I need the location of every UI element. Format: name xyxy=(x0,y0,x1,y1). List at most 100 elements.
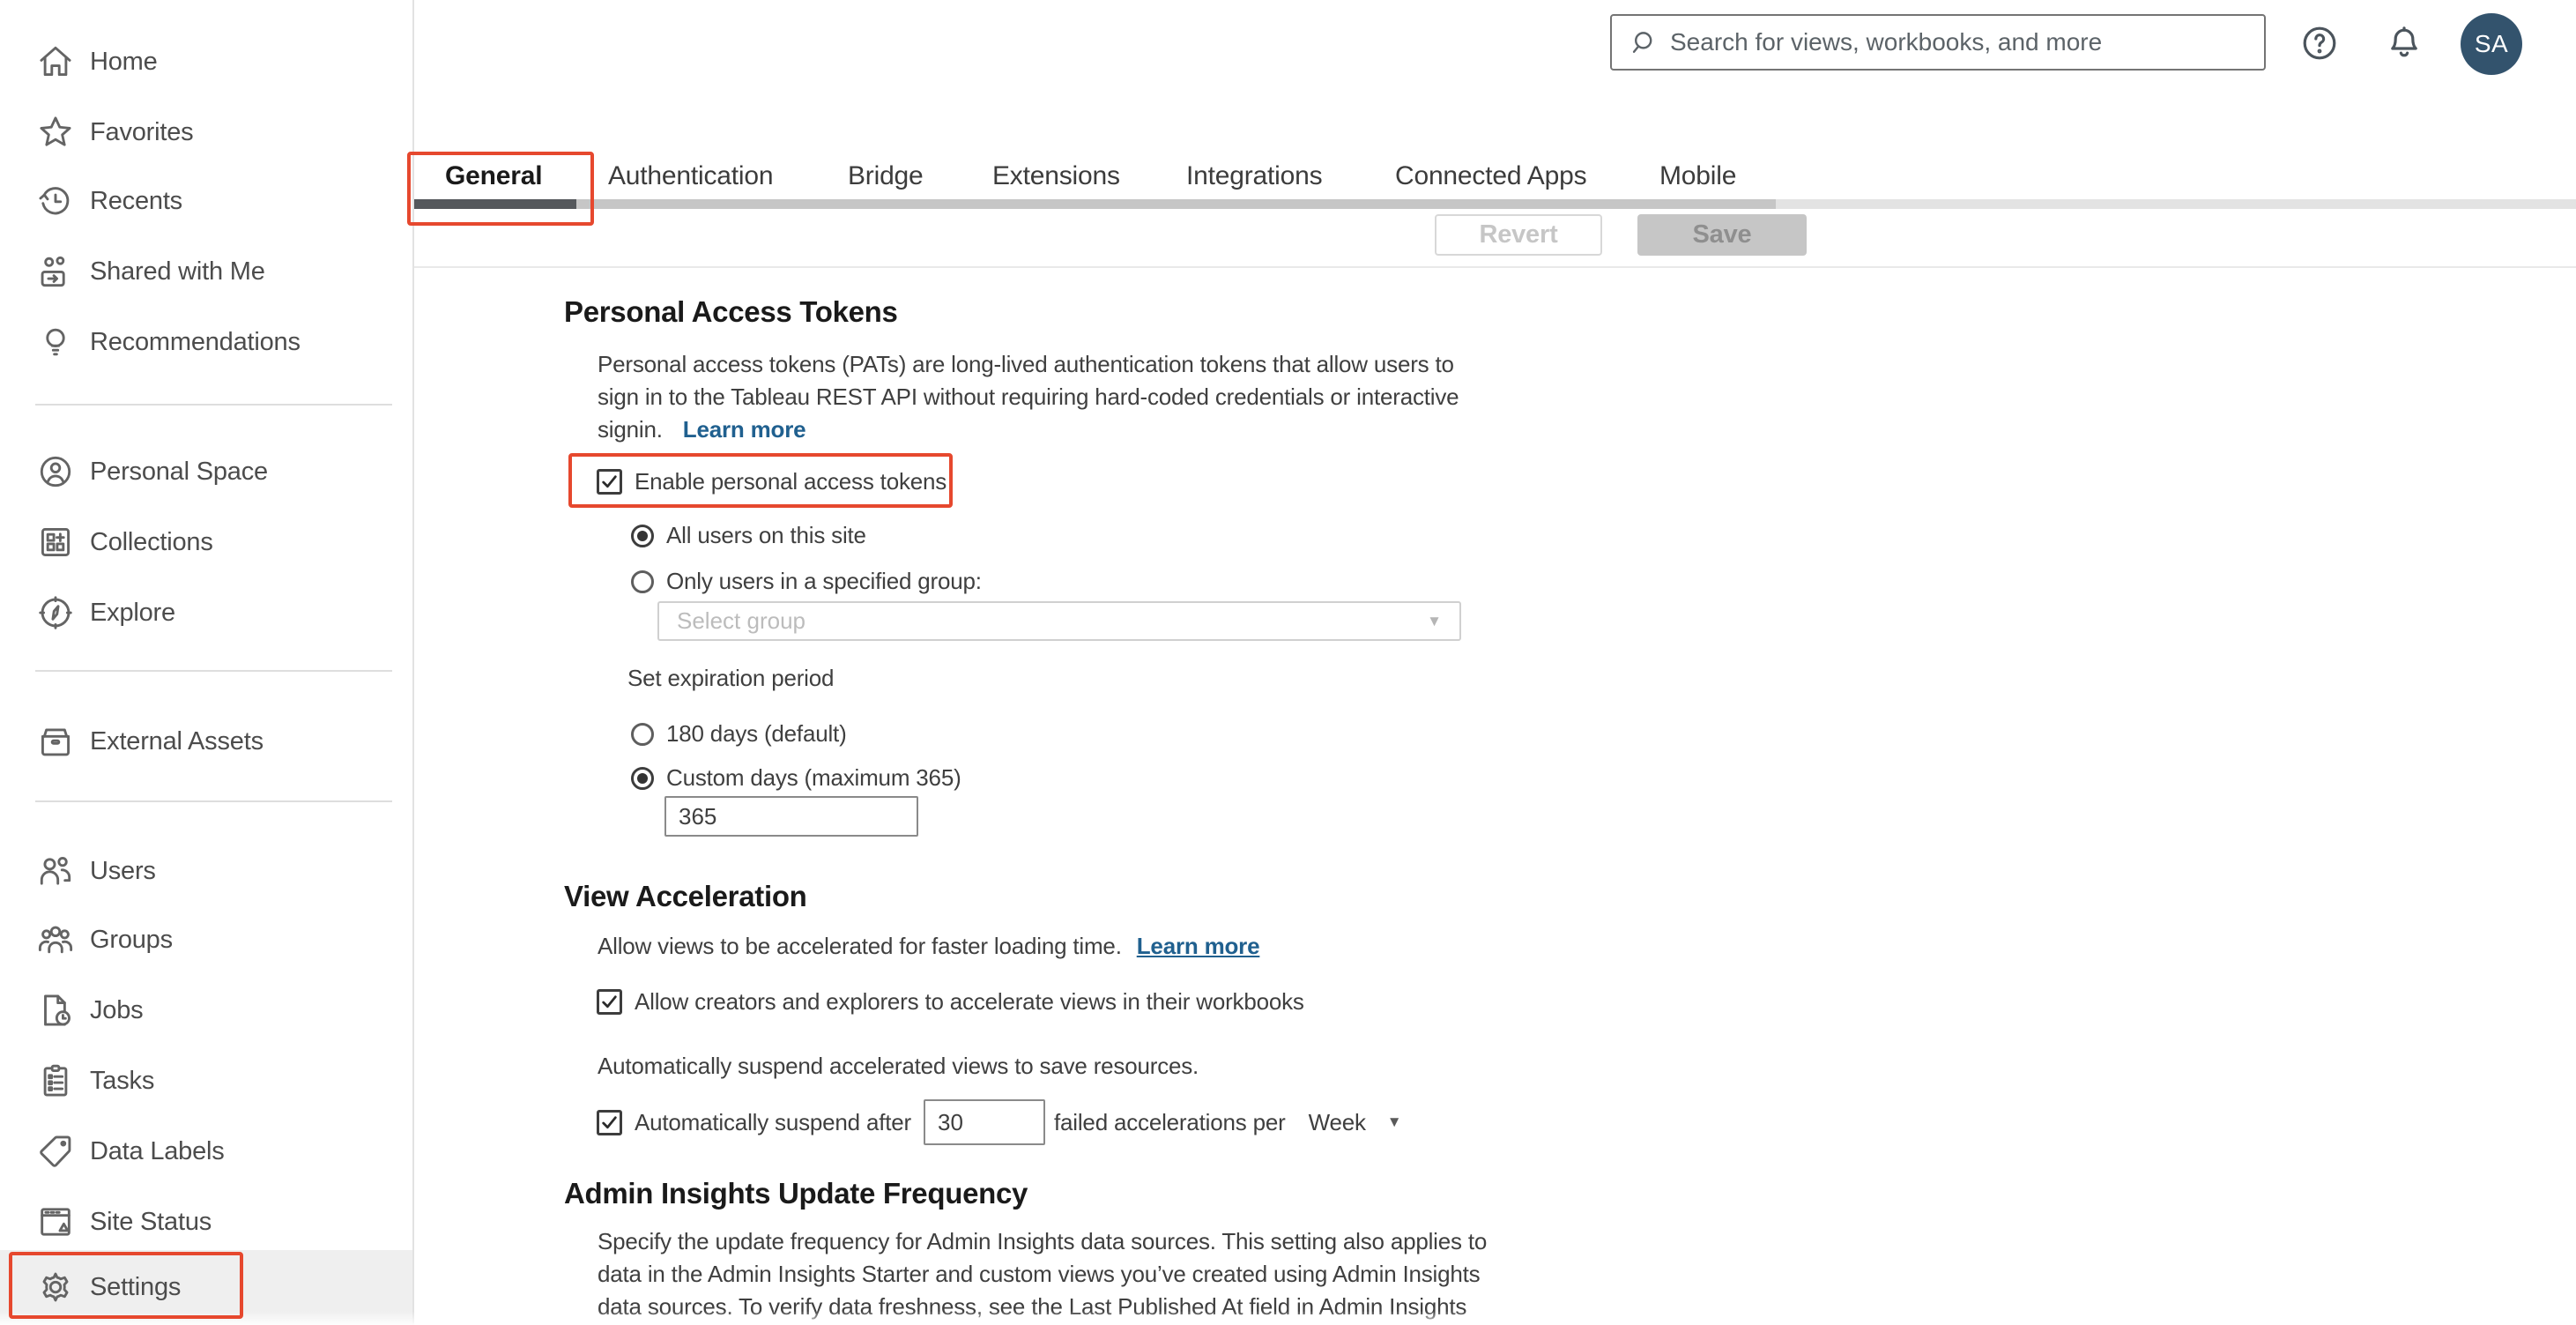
period-value: Week xyxy=(1308,1108,1366,1135)
radio-row-180-days: 180 days (default) xyxy=(631,720,847,748)
enable-pat-label: Enable personal access tokens xyxy=(635,468,947,495)
avatar-initials: SA xyxy=(2474,30,2509,57)
gear-icon xyxy=(35,1267,76,1307)
default-days-label: 180 days (default) xyxy=(666,720,847,747)
sidebar-item-shared-with-me[interactable]: Shared with Me xyxy=(0,237,414,306)
sidebar-item-users[interactable]: Users xyxy=(0,837,414,905)
notifications-bell-icon[interactable] xyxy=(2383,22,2425,64)
failed-accelerations-input[interactable] xyxy=(924,1099,1045,1145)
tab-authentication[interactable]: Authentication xyxy=(608,161,774,191)
settings-content: Personal Access Tokens Personal access t… xyxy=(564,291,1622,1325)
drawer-icon xyxy=(35,721,76,762)
auto-suspend-suffix: failed accelerations per xyxy=(1054,1108,1286,1135)
section-title-personal-access-tokens: Personal Access Tokens xyxy=(564,295,898,328)
auto-suspend-row: Automatically suspend after failed accel… xyxy=(597,1099,1402,1145)
sidebar-item-recents[interactable]: Recents xyxy=(0,167,414,235)
tab-extensions[interactable]: Extensions xyxy=(992,161,1120,191)
sidebar-item-label: Personal Space xyxy=(90,457,268,486)
sidebar-item-label: Explore xyxy=(90,598,175,627)
collections-icon xyxy=(35,522,76,562)
sidebar-item-label: Recommendations xyxy=(90,327,301,356)
chevron-down-icon[interactable]: ▼ xyxy=(1387,1113,1402,1131)
sidebar-item-jobs[interactable]: Jobs xyxy=(0,976,414,1045)
tab-connected-apps[interactable]: Connected Apps xyxy=(1395,161,1587,191)
site-status-icon xyxy=(35,1202,76,1242)
view-accel-learn-more-link[interactable]: Learn more xyxy=(1137,933,1260,959)
sidebar: Home Favorites Recents Shared with Me Re… xyxy=(0,0,414,1325)
sidebar-item-label: Shared with Me xyxy=(90,257,265,286)
sidebar-item-label: Recents xyxy=(90,186,182,215)
sidebar-item-groups[interactable]: Groups xyxy=(0,905,414,974)
sidebar-item-data-labels[interactable]: Data Labels xyxy=(0,1117,414,1186)
sidebar-item-label: Site Status xyxy=(90,1207,212,1236)
section-title-admin-insights: Admin Insights Update Frequency xyxy=(564,1177,1028,1210)
search-icon xyxy=(1628,27,1658,57)
save-button[interactable]: Save xyxy=(1637,214,1807,256)
sidebar-item-label: Jobs xyxy=(90,995,144,1024)
sidebar-item-home[interactable]: Home xyxy=(0,27,414,96)
person-circle-icon xyxy=(35,451,76,492)
suspend-note: Automatically suspend accelerated views … xyxy=(598,1053,1199,1079)
specified-group-label: Only users in a specified group: xyxy=(666,568,982,594)
enable-pat-checkbox-row: Enable personal access tokens xyxy=(597,468,947,495)
enable-pat-checkbox[interactable] xyxy=(597,469,622,495)
tab-underline-track-light xyxy=(1776,199,2576,209)
sidebar-item-tasks[interactable]: Tasks xyxy=(0,1046,414,1115)
expiration-period-label: Set expiration period xyxy=(627,665,835,691)
default-days-radio[interactable] xyxy=(631,722,654,746)
revert-button[interactable]: Revert xyxy=(1435,214,1602,256)
star-icon xyxy=(35,112,76,153)
search-box[interactable] xyxy=(1610,14,2266,71)
allow-accel-label: Allow creators and explorers to accelera… xyxy=(635,988,1304,1015)
active-tab-underline xyxy=(414,199,576,209)
radio-row-custom-days: Custom days (maximum 365) xyxy=(631,764,961,792)
bottom-fade xyxy=(0,1311,2576,1325)
custom-days-input[interactable] xyxy=(664,796,918,837)
sidebar-item-personal-space[interactable]: Personal Space xyxy=(0,437,414,506)
admin-insights-line: data in the Admin Insights Starter and c… xyxy=(598,1261,1481,1287)
tab-mobile[interactable]: Mobile xyxy=(1659,161,1736,191)
sidebar-divider xyxy=(35,800,392,802)
custom-days-radio[interactable] xyxy=(631,766,654,790)
shared-icon xyxy=(35,251,76,292)
view-accel-description: Allow views to be accelerated for faster… xyxy=(598,933,1260,960)
view-accel-description-text: Allow views to be accelerated for faster… xyxy=(598,933,1122,959)
allow-accel-checkbox[interactable] xyxy=(597,989,622,1015)
sidebar-item-label: Users xyxy=(90,856,156,885)
search-input[interactable] xyxy=(1670,28,2234,56)
tab-integrations[interactable]: Integrations xyxy=(1186,161,1323,191)
pat-description-line: sign in to the Tableau REST API without … xyxy=(598,383,1459,410)
sidebar-item-label: Home xyxy=(90,47,158,76)
help-icon[interactable] xyxy=(2298,22,2341,64)
auto-suspend-checkbox[interactable] xyxy=(597,1109,622,1135)
all-users-radio[interactable] xyxy=(631,524,654,547)
tasks-icon xyxy=(35,1061,76,1101)
sidebar-item-label: External Assets xyxy=(90,726,264,756)
auto-suspend-prefix: Automatically suspend after xyxy=(635,1108,911,1135)
tab-bridge[interactable]: Bridge xyxy=(848,161,924,191)
lightbulb-icon xyxy=(35,322,76,362)
avatar[interactable]: SA xyxy=(2461,13,2522,75)
header-divider xyxy=(414,266,2576,268)
sidebar-item-label: Data Labels xyxy=(90,1136,225,1165)
sidebar-divider xyxy=(35,670,392,672)
period-dropdown[interactable]: Week xyxy=(1309,1109,1366,1136)
sidebar-item-label: Collections xyxy=(90,527,213,556)
custom-days-label: Custom days (maximum 365) xyxy=(666,764,961,791)
sidebar-item-collections[interactable]: Collections xyxy=(0,508,414,577)
history-icon xyxy=(35,181,76,221)
admin-insights-line: Specify the update frequency for Admin I… xyxy=(598,1228,1488,1254)
allow-accel-checkbox-row: Allow creators and explorers to accelera… xyxy=(597,988,1304,1016)
group-select-dropdown[interactable]: Select group ▼ xyxy=(657,601,1461,641)
sidebar-item-label: Groups xyxy=(90,925,173,954)
sidebar-item-favorites[interactable]: Favorites xyxy=(0,98,414,167)
sidebar-item-explore[interactable]: Explore xyxy=(0,578,414,647)
pat-description-tail: signin. xyxy=(598,416,663,443)
sidebar-item-site-status[interactable]: Site Status xyxy=(0,1187,414,1256)
pat-learn-more-link[interactable]: Learn more xyxy=(683,416,806,443)
sidebar-item-external-assets[interactable]: External Assets xyxy=(0,707,414,776)
tab-general[interactable]: General xyxy=(445,161,543,191)
specified-group-radio[interactable] xyxy=(631,569,654,593)
sidebar-item-recommendations[interactable]: Recommendations xyxy=(0,308,414,376)
pat-description-line: signin. Learn more xyxy=(598,416,806,443)
